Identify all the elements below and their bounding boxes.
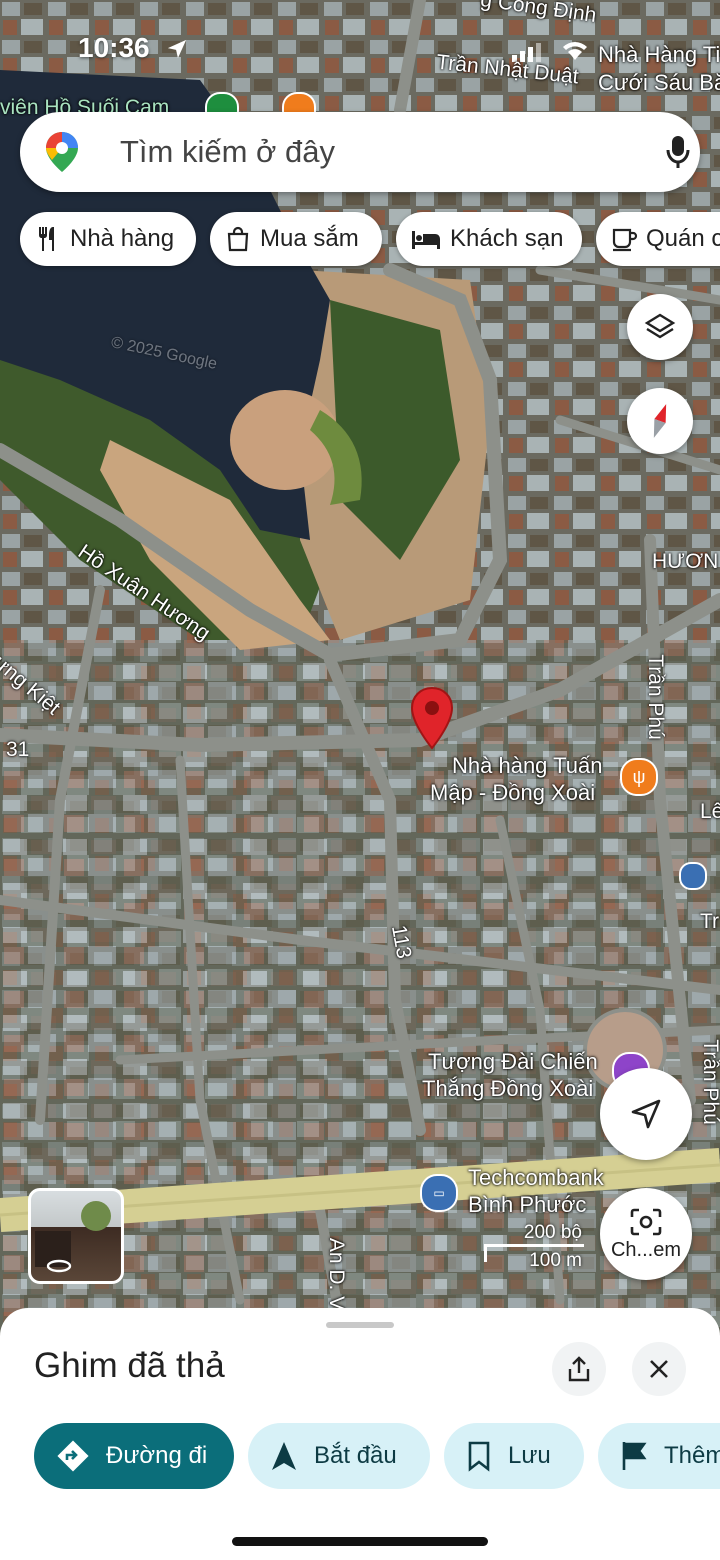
start-button[interactable]: Bắt đầu xyxy=(248,1423,430,1489)
bus-stop-icon[interactable] xyxy=(679,862,707,890)
chip-hotels[interactable]: Khách sạn xyxy=(396,212,582,266)
close-button[interactable] xyxy=(632,1342,686,1396)
directions-label: Đường đi xyxy=(106,1442,208,1469)
poi-nha-hang-line1: Nhà Hàng Ti xyxy=(598,42,720,67)
lens-camera-label: Ch...em xyxy=(610,1238,682,1261)
scale-meters: 100 m xyxy=(529,1250,582,1271)
my-location-button[interactable] xyxy=(600,1068,692,1160)
chip-label: Khách sạn xyxy=(450,225,564,252)
road-number-label: 31 xyxy=(6,738,30,761)
more-button[interactable]: Thêm xyxy=(598,1423,720,1489)
poi-restaurant-name-line1: Nhà hàng Tuấn xyxy=(452,753,603,778)
dropped-pin-icon[interactable] xyxy=(409,686,455,750)
street-label-tran-phu: Trần Phú xyxy=(643,654,667,740)
sheet-drag-handle[interactable] xyxy=(326,1322,394,1328)
share-icon xyxy=(568,1356,590,1382)
wifi-icon xyxy=(563,42,587,60)
poi-monument-name-line1: Tượng Đài Chiến xyxy=(428,1049,598,1074)
status-time: 10:36 xyxy=(78,32,150,63)
directions-icon xyxy=(57,1440,89,1472)
google-maps-logo-icon xyxy=(46,132,78,172)
navigation-arrow-icon xyxy=(631,1099,661,1129)
rotate-360-icon xyxy=(46,1259,72,1273)
poi-restaurant[interactable]: Nhà hàng Tuấn Mập - Đồng Xoài xyxy=(430,752,603,806)
bookmark-icon xyxy=(468,1441,490,1472)
street-label-tran-phu: Trần Phú xyxy=(698,1039,720,1125)
poi-restaurant-name-line2: Mập - Đồng Xoài xyxy=(430,780,596,805)
scale-feet: 200 bộ xyxy=(523,1222,582,1243)
location-arrow-icon xyxy=(167,39,187,59)
bank-icon[interactable]: ▭ xyxy=(420,1174,458,1212)
save-label: Lưu xyxy=(508,1442,551,1469)
poi-monument[interactable]: Tượng Đài Chiến Thắng Đồng Xoài xyxy=(422,1048,598,1102)
close-icon xyxy=(650,1360,668,1378)
status-bar: 10:36 Nhà Hàng Ti Cưới Sáu Bă xyxy=(0,0,720,95)
street-label: Lê xyxy=(700,800,720,823)
chip-restaurants[interactable]: Nhà hàng xyxy=(20,212,196,266)
lens-camera-button[interactable]: Ch...em xyxy=(600,1188,692,1280)
compass-icon xyxy=(653,404,667,438)
flag-icon xyxy=(622,1442,647,1470)
poi-bank-name-line2: Bình Phước xyxy=(468,1192,587,1217)
poi-bank[interactable]: Techcombank Bình Phước xyxy=(468,1164,604,1218)
street-label: Tr xyxy=(700,910,720,933)
fork-knife-icon xyxy=(39,227,54,251)
search-input[interactable]: Tìm kiếm ở đây xyxy=(120,134,335,170)
chip-label: Mua sắm xyxy=(260,225,359,252)
directions-button[interactable]: Đường đi xyxy=(34,1423,234,1489)
chip-shopping[interactable]: Mua sắm xyxy=(210,212,382,266)
chip-cafe[interactable]: Quán c xyxy=(596,212,720,266)
search-bar[interactable]: Tìm kiếm ở đây xyxy=(20,112,700,192)
coffee-cup-icon xyxy=(612,228,638,252)
save-button[interactable]: Lưu xyxy=(444,1423,584,1489)
layers-button[interactable] xyxy=(627,294,693,360)
bed-icon xyxy=(412,231,440,249)
navigation-arrow-icon xyxy=(272,1442,296,1470)
home-indicator[interactable] xyxy=(232,1537,488,1546)
layers-icon xyxy=(644,313,676,339)
street-label: HƯƠN xyxy=(652,550,719,573)
microphone-icon[interactable] xyxy=(664,134,692,170)
camera-lens-icon xyxy=(630,1208,662,1235)
place-bottom-sheet[interactable]: Ghim đã thả Đường đi Bắt đầu Lưu Thêm xyxy=(0,1308,720,1560)
chip-label: Nhà hàng xyxy=(70,225,175,252)
chip-label: Quán c xyxy=(646,225,720,252)
poi-nha-hang-line2: Cưới Sáu Bă xyxy=(598,70,720,95)
share-button[interactable] xyxy=(552,1342,606,1396)
poi-monument-name-line2: Thắng Đồng Xoài xyxy=(422,1076,594,1101)
restaurant-icon[interactable]: ψ xyxy=(620,758,658,796)
street-view-thumbnail[interactable] xyxy=(28,1188,124,1284)
more-label: Thêm xyxy=(664,1442,720,1469)
shopping-bag-icon xyxy=(227,226,249,252)
compass-button[interactable] xyxy=(627,388,693,454)
sheet-title: Ghim đã thả xyxy=(34,1346,225,1385)
map-scale: 200 bộ 100 m xyxy=(482,1220,588,1272)
street-label: An D. V xyxy=(325,1237,349,1311)
poi-bank-name-line1: Techcombank xyxy=(468,1165,604,1190)
start-label: Bắt đầu xyxy=(314,1442,397,1469)
